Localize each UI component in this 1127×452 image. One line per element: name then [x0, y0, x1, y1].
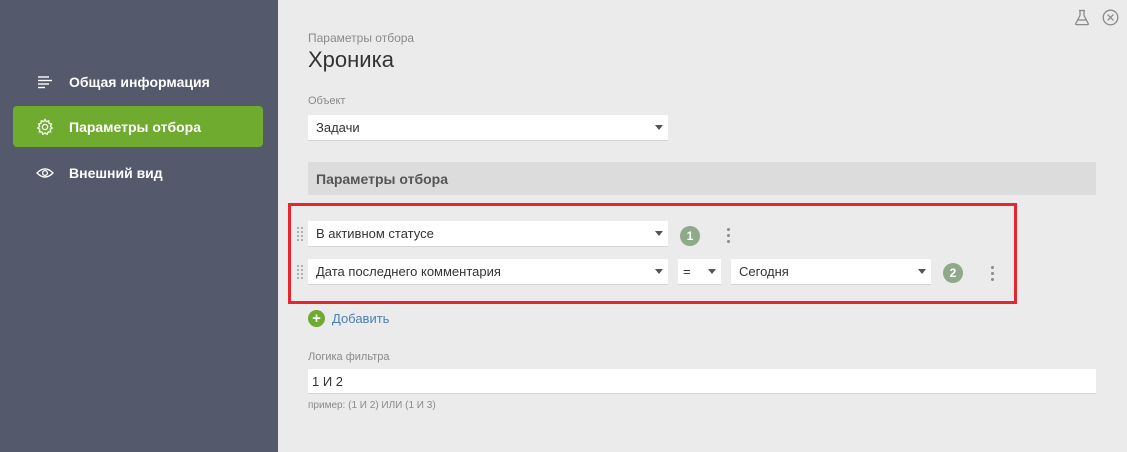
object-field-label: Объект: [308, 95, 346, 107]
object-select[interactable]: Задачи: [308, 115, 668, 141]
filter-field-select-2[interactable]: Дата последнего комментария: [308, 259, 668, 285]
add-filter-button[interactable]: + Добавить: [308, 310, 389, 327]
more-options-icon[interactable]: [723, 227, 733, 245]
flask-icon[interactable]: [1074, 9, 1091, 26]
drag-handle-icon[interactable]: [297, 265, 305, 279]
sidebar-item-label: Общая информация: [69, 73, 210, 90]
close-icon[interactable]: [1102, 9, 1119, 26]
filter-number-badge: 2: [943, 263, 963, 283]
main-panel: Параметры отбора Хроника Объект Задачи П…: [278, 0, 1127, 452]
filter-field-value: Дата последнего комментария: [316, 264, 501, 279]
filter-logic-label: Логика фильтра: [308, 351, 390, 363]
sidebar-item-appearance[interactable]: Внешний вид: [13, 152, 263, 193]
filter-logic-input[interactable]: 1 И 2: [308, 369, 1096, 394]
chevron-down-icon: [655, 269, 663, 274]
plus-circle-icon: +: [308, 310, 325, 327]
filter-logic-hint: пример: (1 И 2) ИЛИ (1 И 3): [308, 400, 436, 411]
filter-operator-value: =: [683, 264, 691, 279]
filters-section-header: Параметры отбора: [308, 162, 1096, 195]
chevron-down-icon: [655, 125, 663, 130]
filter-value-select[interactable]: Сегодня: [731, 259, 931, 285]
page-subtitle: Параметры отбора: [308, 31, 415, 45]
filter-field-value: В активном статусе: [316, 226, 434, 241]
eye-icon: [36, 164, 54, 182]
filter-operator-select[interactable]: =: [678, 259, 721, 285]
sidebar-item-general-info[interactable]: Общая информация: [13, 61, 263, 102]
list-icon: [36, 73, 54, 91]
chevron-down-icon: [918, 269, 926, 274]
object-select-value: Задачи: [316, 120, 360, 135]
filter-value-value: Сегодня: [739, 264, 789, 279]
sidebar-item-label: Внешний вид: [69, 164, 163, 181]
sidebar-item-filter-params[interactable]: Параметры отбора: [13, 106, 263, 147]
sidebar-item-label: Параметры отбора: [69, 118, 201, 135]
top-toolbar: [1074, 9, 1119, 26]
filter-field-select-1[interactable]: В активном статусе: [308, 221, 668, 247]
sidebar: Общая информация Параметры отбора Внешни…: [0, 0, 278, 452]
chevron-down-icon: [655, 231, 663, 236]
more-options-icon[interactable]: [987, 265, 997, 283]
add-filter-label: Добавить: [332, 311, 390, 326]
gear-icon: [36, 117, 54, 136]
drag-handle-icon[interactable]: [297, 227, 305, 241]
chevron-down-icon: [708, 269, 716, 274]
page-title: Хроника: [308, 47, 394, 72]
filter-number-badge: 1: [680, 226, 700, 246]
highlight-box: [288, 203, 1017, 304]
